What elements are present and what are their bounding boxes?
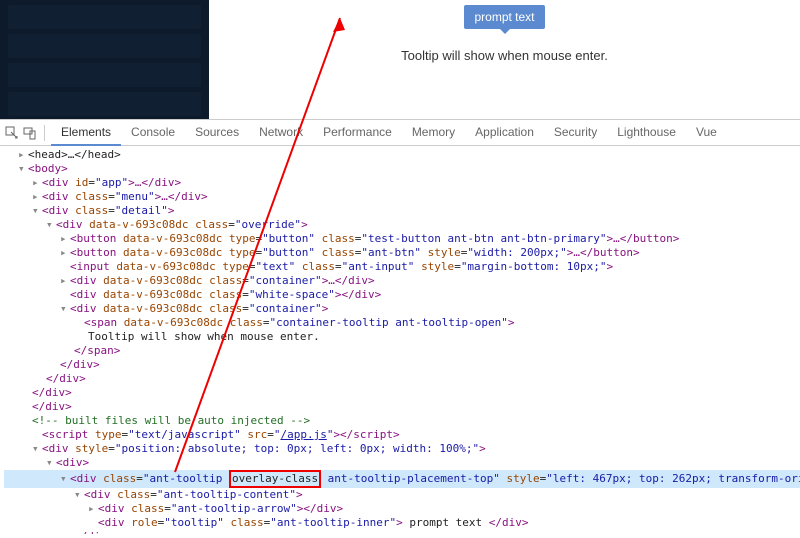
dom-node: ▸<div class="menu">…</div> bbox=[4, 190, 800, 204]
preview-area: prompt text Tooltip will show when mouse… bbox=[0, 0, 800, 119]
dom-tree[interactable]: ▸<head>…</head> ▾<body> ▸<div id="app">…… bbox=[0, 146, 800, 534]
app-sidebar bbox=[0, 0, 209, 119]
preview-pane: prompt text Tooltip will show when mouse… bbox=[209, 0, 800, 119]
dom-node: ▸<div class="ant-tooltip-arrow"></div> bbox=[4, 502, 800, 516]
inspect-icon[interactable] bbox=[4, 125, 20, 141]
tab-performance[interactable]: Performance bbox=[313, 120, 402, 146]
dom-node: </div> bbox=[4, 530, 800, 534]
tooltip-caption: Tooltip will show when mouse enter. bbox=[209, 48, 800, 63]
tab-lighthouse[interactable]: Lighthouse bbox=[607, 120, 686, 146]
device-icon[interactable] bbox=[22, 125, 38, 141]
dom-node: </div> bbox=[4, 386, 800, 400]
highlight-box: overlay-class bbox=[229, 470, 321, 488]
dom-node: </span> bbox=[4, 344, 800, 358]
dom-node: </div> bbox=[4, 358, 800, 372]
dom-node: <div data-v-693c08dc class="white-space"… bbox=[4, 288, 800, 302]
dom-node: </div> bbox=[4, 372, 800, 386]
tab-elements[interactable]: Elements bbox=[51, 120, 121, 146]
dom-node: ▾<div data-v-693c08dc class="override"> bbox=[4, 218, 800, 232]
dom-node: ▾<div class="detail"> bbox=[4, 204, 800, 218]
devtools-panel: Elements Console Sources Network Perform… bbox=[0, 119, 800, 534]
devtools-toolbar: Elements Console Sources Network Perform… bbox=[0, 120, 800, 146]
dom-node: <div role="tooltip" class="ant-tooltip-i… bbox=[4, 516, 800, 530]
dom-text: Tooltip will show when mouse enter. bbox=[4, 330, 800, 344]
dom-node: <script type="text/javascript" src="/app… bbox=[4, 428, 800, 442]
dom-node: ▾<div data-v-693c08dc class="container"> bbox=[4, 302, 800, 316]
devtools-tabs: Elements Console Sources Network Perform… bbox=[51, 120, 727, 146]
dom-node: ▾<div> bbox=[4, 456, 800, 470]
tooltip: prompt text bbox=[464, 5, 544, 29]
dom-node: ▸<head>…</head> bbox=[4, 148, 800, 162]
dom-node: ▸<div data-v-693c08dc class="container">… bbox=[4, 274, 800, 288]
dom-node: ▾<div style="position: absolute; top: 0p… bbox=[4, 442, 800, 456]
dom-node-selected: ▾<div class="ant-tooltip overlay-class a… bbox=[4, 470, 800, 488]
tab-memory[interactable]: Memory bbox=[402, 120, 465, 146]
tab-security[interactable]: Security bbox=[544, 120, 607, 146]
dom-node: <span data-v-693c08dc class="container-t… bbox=[4, 316, 800, 330]
dom-node: ▾<div class="ant-tooltip-content"> bbox=[4, 488, 800, 502]
dom-node: ▸<button data-v-693c08dc type="button" c… bbox=[4, 246, 800, 260]
dom-node: <input data-v-693c08dc type="text" class… bbox=[4, 260, 800, 274]
dom-node: </div> bbox=[4, 400, 800, 414]
dom-node: ▸<div id="app">…</div> bbox=[4, 176, 800, 190]
tab-application[interactable]: Application bbox=[465, 120, 544, 146]
dom-comment: <!-- built files will be auto injected -… bbox=[4, 414, 800, 428]
dom-node: ▸<button data-v-693c08dc type="button" c… bbox=[4, 232, 800, 246]
tab-network[interactable]: Network bbox=[249, 120, 313, 146]
tab-sources[interactable]: Sources bbox=[185, 120, 249, 146]
tab-console[interactable]: Console bbox=[121, 120, 185, 146]
dom-node: ▾<body> bbox=[4, 162, 800, 176]
tab-vue[interactable]: Vue bbox=[686, 120, 727, 146]
